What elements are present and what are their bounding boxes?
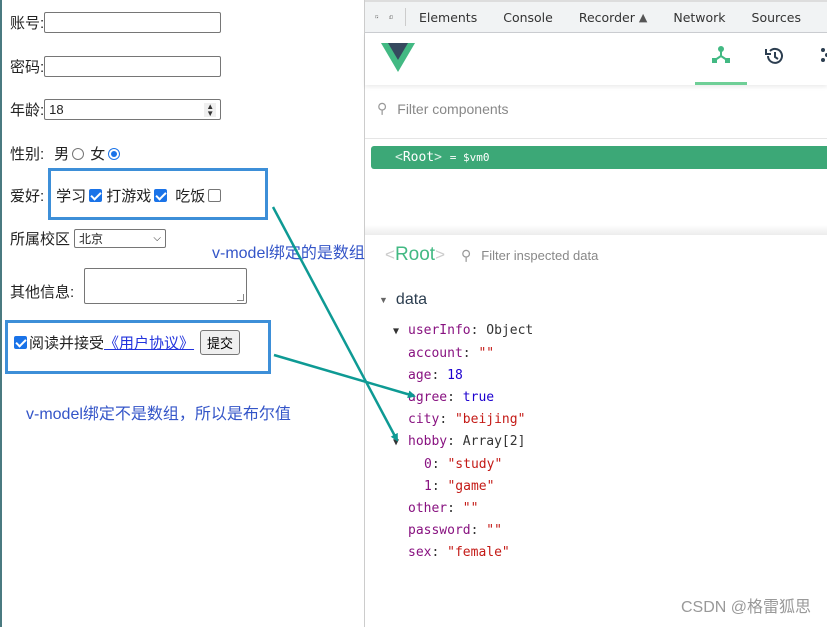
collapse-triangle-icon[interactable]: ▼ (379, 295, 388, 305)
timeline-tab[interactable] (749, 45, 801, 85)
state-value[interactable]: "" (486, 523, 502, 538)
root-vm: $vm0 (463, 151, 490, 164)
expand-triangle-icon[interactable]: ▼ (393, 321, 408, 343)
state-field-sex[interactable]: sex: "female" (393, 542, 533, 564)
city-row: 所属校区 北京 ⌵ (10, 228, 167, 249)
state-tree: ▼ userInfo: Object account: "" age: 18 agre… (393, 320, 533, 564)
timeline-history-icon (765, 47, 783, 64)
components-tab[interactable] (695, 45, 747, 85)
root-component-row[interactable]: <Root> = $vm0 (371, 146, 827, 169)
tab-network[interactable]: Network (673, 10, 725, 25)
tab-elements[interactable]: Elements (419, 10, 477, 25)
password-input[interactable] (44, 56, 222, 77)
array-annotation: v-model绑定的是数组 (212, 245, 365, 262)
age-row: 年龄: 18 ▲ ▼ (10, 99, 222, 120)
sex-option-female-label: 女 (90, 146, 106, 163)
other-textarea[interactable] (84, 268, 248, 304)
form-page: 账号: 密码: 年龄: 18 ▲ ▼ 性别: 男 女 爱好: 学习 打游戏 吃饭 … (0, 0, 364, 627)
state-value[interactable]: "female" (447, 545, 510, 560)
filter-components[interactable]: ⚲ Filter components (377, 100, 509, 117)
divider (365, 138, 827, 139)
device-toggle-icon[interactable] (388, 9, 393, 25)
password-row: 密码: (10, 56, 222, 77)
state-field-1[interactable]: 1: "game" (393, 476, 533, 498)
state-field-password[interactable]: password: "" (393, 520, 533, 542)
pane-splitter[interactable] (365, 225, 827, 235)
hobby-highlight-box (48, 168, 268, 220)
filter-inspected-data[interactable]: ⚲ Filter inspected data (461, 247, 598, 264)
tab-sources[interactable]: Sources (752, 10, 801, 25)
state-key: other (408, 501, 448, 516)
sex-row: 性别: 男 女 (10, 143, 126, 164)
state-field-age[interactable]: age: 18 (393, 365, 533, 387)
account-input[interactable] (44, 12, 222, 33)
state-value[interactable]: "beijing" (455, 412, 525, 427)
state-field-other[interactable]: other: "" (393, 498, 533, 520)
state-value[interactable]: "" (478, 346, 494, 361)
sex-label: 性别: (10, 146, 45, 163)
age-label: 年龄: (10, 102, 45, 119)
vue-logo-icon (381, 43, 415, 72)
components-tree-icon (712, 46, 730, 63)
password-label: 密码: (10, 59, 45, 76)
state-field-0[interactable]: 0: "study" (393, 454, 533, 476)
data-section-header[interactable]: ▼ data (379, 291, 427, 309)
state-value[interactable]: 18 (447, 368, 463, 383)
account-row: 账号: (10, 12, 222, 33)
userinfo-row[interactable]: ▼ userInfo: Object (393, 320, 533, 343)
sex-radio-male[interactable] (72, 147, 85, 160)
hobby-row[interactable]: ▼ hobby: Array[2] (393, 431, 533, 454)
state-key: 1 (424, 479, 432, 494)
state-field-city[interactable]: city: "beijing" (393, 409, 533, 431)
spinner-icon[interactable]: ▲ ▼ (204, 102, 217, 117)
sex-radio-female[interactable] (108, 147, 121, 160)
root-tag: Root (402, 150, 435, 165)
search-icon: ⚲ (377, 100, 388, 116)
state-key: agree (408, 390, 448, 405)
state-key: city (408, 412, 440, 427)
devtools-panel: Elements Console Recorder ▲ Network Sour… (364, 0, 827, 627)
more-dots-icon (821, 48, 827, 62)
state-key: sex (408, 545, 432, 560)
state-value[interactable]: "" (463, 501, 479, 516)
state-key: 0 (424, 457, 432, 472)
age-value: 18 (49, 102, 64, 117)
state-key: age (408, 368, 432, 383)
search-icon: ⚲ (461, 246, 472, 263)
other-label: 其他信息: (10, 284, 75, 301)
state-key: account (408, 346, 463, 361)
other-row: 其他信息: (10, 268, 248, 304)
chevron-down-icon: ⌵ (153, 233, 162, 244)
sex-option-male-label: 男 (54, 146, 70, 163)
state-value[interactable]: "study" (447, 457, 502, 472)
tab-recorder[interactable]: Recorder (579, 10, 635, 25)
city-select[interactable]: 北京 ⌵ (74, 229, 167, 248)
watermark: CSDN @格雷狐思 (680, 599, 811, 616)
age-input[interactable]: 18 ▲ ▼ (44, 99, 222, 120)
state-field-account[interactable]: account: "" (393, 343, 533, 365)
inspector-header: <Root> ⚲ Filter inspected data (365, 240, 827, 270)
expand-triangle-icon[interactable]: ▼ (393, 432, 408, 454)
bool-annotation: v-model绑定不是数组，所以是布尔值 (26, 406, 291, 423)
filter-data-input[interactable]: Filter inspected data (481, 248, 598, 263)
state-key: password (408, 523, 471, 538)
city-label: 所属校区 (10, 231, 71, 248)
hobby-label: 爱好: (10, 188, 45, 205)
state-value[interactable]: true (463, 390, 494, 405)
state-field-agree[interactable]: agree: true (393, 387, 533, 409)
inspect-element-icon[interactable] (375, 9, 379, 25)
more-tab[interactable] (801, 45, 827, 85)
flask-icon: ▲ (638, 10, 648, 24)
city-selected: 北京 (79, 232, 104, 246)
state-value[interactable]: "game" (447, 479, 494, 494)
account-label: 账号: (10, 15, 45, 32)
inspector-title: <Root> (385, 244, 446, 265)
filter-components-input[interactable]: Filter components (397, 101, 508, 117)
tab-console[interactable]: Console (503, 10, 553, 25)
agree-highlight-box (5, 320, 271, 374)
devtools-tab-bar: Elements Console Recorder ▲ Network Sour… (365, 0, 827, 33)
vue-devtools-header (365, 33, 827, 85)
